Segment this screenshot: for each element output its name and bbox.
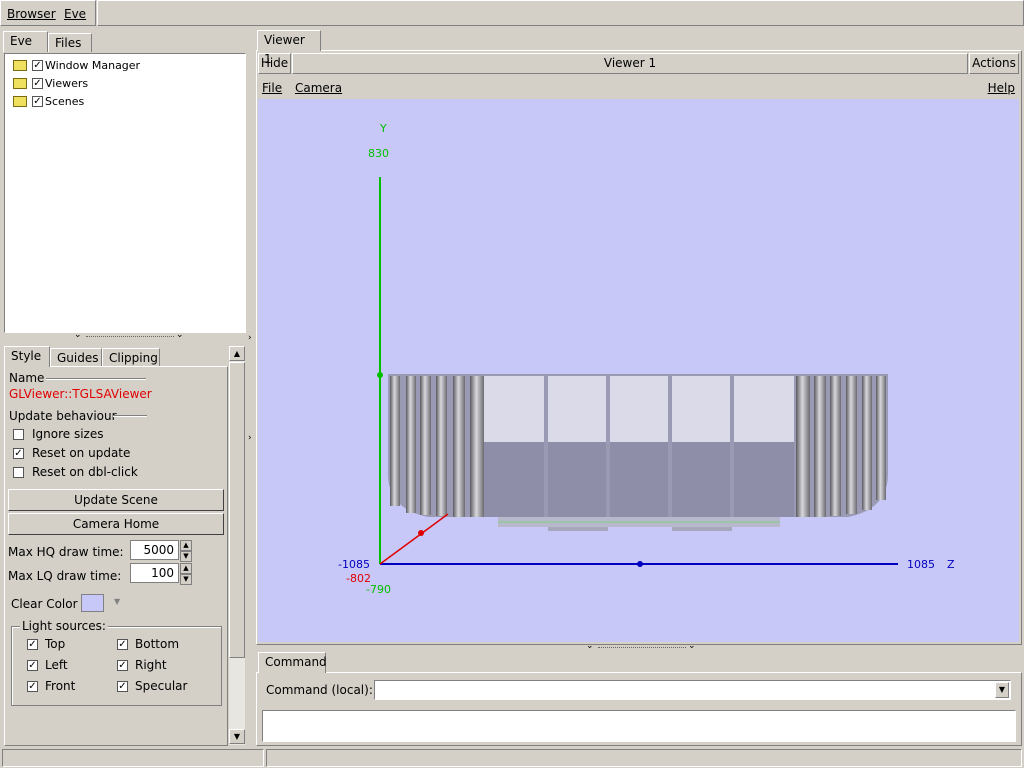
light-specular-label: Specular: [135, 679, 188, 693]
tab-eve[interactable]: Eve: [3, 31, 48, 52]
tree-item-label: Scenes: [45, 95, 85, 108]
folder-icon: [13, 96, 27, 107]
z-axis-label: Z: [947, 558, 955, 571]
command-combo[interactable]: ▼: [374, 680, 1011, 700]
light-right-checkbox[interactable]: ✓: [117, 660, 128, 671]
max-hq-input[interactable]: 5000: [130, 540, 179, 560]
light-top-label: Top: [45, 637, 66, 651]
menubar-filler: [97, 0, 1024, 26]
gl-viewport[interactable]: Y 830 -1085 1085 Z -802 -790: [258, 99, 1019, 642]
file-menu[interactable]: File: [262, 81, 282, 95]
tree-item-label: Window Manager: [45, 59, 141, 72]
chevron-right-icon: ›: [248, 333, 252, 343]
update-scene-button[interactable]: Update Scene: [8, 489, 224, 511]
max-lq-label: Max LQ draw time:: [8, 569, 122, 583]
max-lq-input[interactable]: 100: [130, 563, 179, 583]
camera-menu[interactable]: Camera: [295, 81, 342, 95]
chevron-down-icon: ⌄: [688, 641, 696, 651]
max-hq-label: Max HQ draw time:: [8, 545, 124, 559]
command-output: [262, 710, 1016, 742]
y-axis-max: 830: [368, 147, 389, 160]
light-bottom-label: Bottom: [135, 637, 180, 651]
status-bar-right: [266, 749, 1022, 767]
update-separator: [113, 415, 147, 417]
editor-scrollbar[interactable]: ▲ ▼: [229, 346, 245, 745]
chevron-down-icon: ⌄: [74, 330, 82, 340]
reset-on-dblclick-checkbox[interactable]: [13, 467, 24, 478]
clear-color-swatch[interactable]: [81, 594, 104, 612]
x-axis-max: 1085: [907, 558, 935, 571]
light-specular-checkbox[interactable]: ✓: [117, 681, 128, 692]
max-lq-spinner[interactable]: ▲ ▼: [180, 563, 192, 585]
light-bottom-checkbox[interactable]: ✓: [117, 639, 128, 650]
scroll-down-button[interactable]: ▼: [229, 729, 245, 744]
menubar: Browser Eve: [0, 0, 96, 26]
tab-files[interactable]: Files: [48, 33, 92, 52]
dropdown-arrow-icon[interactable]: ▼: [114, 597, 120, 606]
viewer-title-bar: Viewer 1: [292, 53, 968, 74]
actions-button[interactable]: Actions: [969, 53, 1019, 74]
chevron-right-icon: ›: [248, 433, 252, 443]
dropdown-arrow-icon[interactable]: ▼: [995, 682, 1009, 698]
scroll-up-button[interactable]: ▲: [229, 346, 245, 361]
name-separator: [46, 378, 146, 380]
reset-on-update-checkbox[interactable]: ✓: [13, 448, 24, 459]
folder-icon: [13, 78, 27, 89]
tab-clipping[interactable]: Clipping: [102, 348, 160, 367]
status-bar-left: [2, 749, 264, 767]
tree-item-label: Viewers: [45, 77, 89, 90]
browser-menu[interactable]: Browser: [7, 7, 56, 21]
light-left-label: Left: [45, 658, 68, 672]
tree-panel: ✓ Window Manager ✓ Viewers ✓ Scenes: [4, 53, 246, 333]
light-right-label: Right: [135, 658, 167, 672]
chevron-down-icon: ⌄: [586, 641, 594, 651]
viewers-checkbox[interactable]: ✓: [32, 78, 43, 89]
light-front-checkbox[interactable]: ✓: [27, 681, 38, 692]
window-manager-checkbox[interactable]: ✓: [32, 60, 43, 71]
left-splitter[interactable]: ⌄ ⌄: [4, 330, 246, 341]
scroll-thumb[interactable]: [229, 362, 245, 658]
max-hq-spinner[interactable]: ▲ ▼: [180, 540, 192, 562]
light-top-checkbox[interactable]: ✓: [27, 639, 38, 650]
reset-on-update-label: Reset on update: [32, 446, 131, 460]
tab-viewer-1[interactable]: Viewer 1: [257, 30, 321, 66]
ignore-sizes-checkbox[interactable]: [13, 429, 24, 440]
ignore-sizes-label: Ignore sizes: [32, 427, 104, 441]
camera-home-button[interactable]: Camera Home: [8, 513, 224, 535]
vertical-splitter[interactable]: › ›: [247, 30, 255, 745]
light-sources-label: Light sources:: [20, 619, 108, 633]
clear-color-label: Clear Color: [11, 597, 78, 611]
update-behaviour-label: Update behaviour: [9, 409, 117, 423]
tab-command[interactable]: Command: [258, 652, 327, 673]
name-value: GLViewer::TGLSAViewer: [9, 387, 152, 401]
tab-guides[interactable]: Guides: [50, 348, 102, 367]
reset-on-dblclick-label: Reset on dbl-click: [32, 465, 138, 479]
eve-menu[interactable]: Eve: [64, 7, 86, 21]
folder-icon: [13, 60, 27, 71]
x-axis-min: -1085: [338, 558, 370, 571]
hide-button[interactable]: Hide: [258, 53, 291, 74]
scene-svg: [377, 177, 898, 567]
detector-geometry: [388, 374, 888, 531]
light-front-label: Front: [45, 679, 76, 693]
command-label: Command (local):: [266, 683, 373, 697]
right-splitter[interactable]: ⌄ ⌄: [256, 641, 1022, 652]
viewer-title: Viewer 1: [603, 56, 657, 70]
tab-style[interactable]: Style: [4, 346, 50, 367]
y-axis-label: Y: [380, 122, 387, 135]
help-menu[interactable]: Help: [988, 81, 1015, 95]
scenes-checkbox[interactable]: ✓: [32, 96, 43, 107]
name-label: Name: [9, 371, 45, 385]
viewer-menubar: File Camera Help: [258, 76, 1019, 98]
green-axis-min: -790: [366, 583, 391, 596]
chevron-down-icon: ⌄: [176, 330, 184, 340]
light-left-checkbox[interactable]: ✓: [27, 660, 38, 671]
